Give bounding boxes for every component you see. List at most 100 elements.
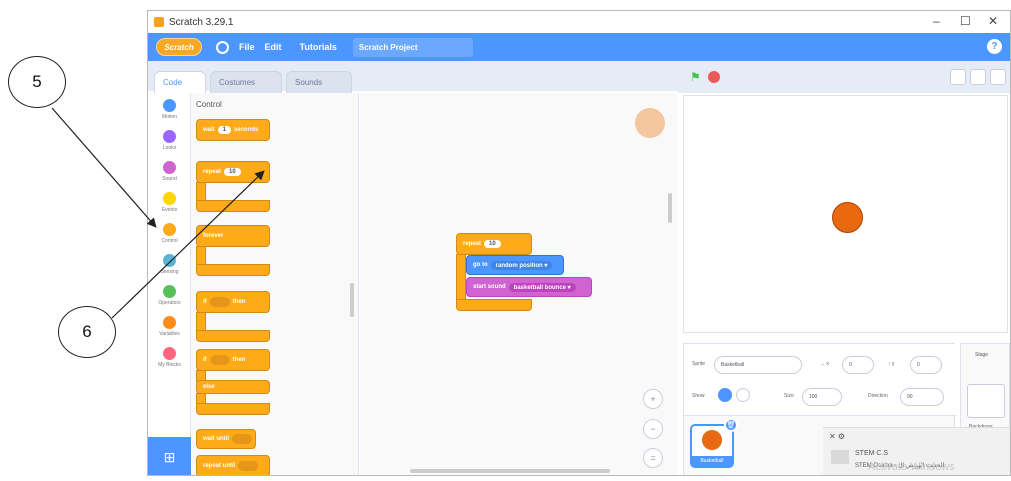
basketball-sprite[interactable]: [832, 202, 863, 233]
block-else-foot: [196, 403, 270, 415]
large-stage-button[interactable]: [970, 69, 986, 85]
script-goto-dropdown[interactable]: random position ▾: [490, 260, 553, 270]
block-if-then-else[interactable]: if then: [196, 349, 270, 371]
zoom-out-button[interactable]: −: [643, 419, 663, 439]
globe-icon[interactable]: [216, 40, 229, 54]
script-repeat-foot: [456, 299, 532, 311]
delete-sprite-icon[interactable]: 🗑: [724, 418, 738, 432]
menu-file[interactable]: File: [239, 42, 255, 52]
project-title-input[interactable]: Scratch Project: [352, 37, 473, 57]
block-palette: Control wait 1 seconds repeat 10 forever…: [191, 93, 359, 475]
category-control[interactable]: Control: [148, 223, 191, 244]
window-title: Scratch 3.29.1: [169, 16, 234, 28]
block-repeat-input[interactable]: 10: [224, 168, 241, 176]
stage-thumbnail[interactable]: [967, 384, 1005, 418]
events-dot-icon: [163, 192, 176, 205]
block-if-then[interactable]: if then: [196, 291, 270, 313]
add-extension-button[interactable]: ⊞: [148, 437, 191, 475]
palette-title: Control: [196, 100, 222, 109]
y-label: ↕ y: [888, 361, 895, 367]
show-label: Show: [692, 393, 705, 399]
editor-tabs: Code Costumes Sounds: [148, 61, 678, 93]
show-visible-eye-icon[interactable]: [718, 388, 732, 402]
block-wait-label: wait: [203, 127, 215, 133]
block-else-label: else: [203, 384, 215, 390]
block-forever-foot: [196, 264, 270, 276]
menu-edit[interactable]: Edit: [265, 42, 282, 52]
block-wait[interactable]: wait 1 seconds: [196, 119, 270, 141]
green-flag-icon[interactable]: ⚑: [690, 71, 702, 83]
direction-input[interactable]: 90: [900, 388, 944, 406]
category-looks-label: Looks: [162, 145, 177, 151]
block-wait-input[interactable]: 1: [217, 126, 232, 134]
x-input[interactable]: 0: [842, 356, 874, 374]
block-if-condition-slot[interactable]: [209, 297, 230, 307]
script-repeat-arm: [456, 254, 466, 302]
direction-label: Direction: [868, 393, 888, 399]
category-sound[interactable]: Sound: [148, 161, 191, 182]
category-sound-label: Sound: [162, 176, 177, 182]
notification-line-1: STEM C.S: [855, 450, 889, 457]
tab-costumes[interactable]: Costumes: [210, 71, 282, 93]
category-my-blocks[interactable]: My Blocks: [148, 347, 191, 368]
small-stage-button[interactable]: [950, 69, 966, 85]
block-if2-label: if: [203, 357, 207, 363]
show-hidden-eye-icon[interactable]: [736, 388, 750, 402]
tab-code[interactable]: Code: [154, 71, 206, 93]
script-sound-dropdown[interactable]: basketball bounce ▾: [508, 282, 576, 292]
category-motion[interactable]: Motion: [148, 99, 191, 120]
script-repeat-input[interactable]: 10: [484, 240, 501, 248]
category-events[interactable]: Events: [148, 192, 191, 213]
script-vertical-scrollbar[interactable]: [668, 193, 672, 223]
category-sensing[interactable]: Sensing: [148, 254, 191, 275]
script-goto-block[interactable]: go to random position ▾: [466, 255, 564, 275]
block-repeat-until[interactable]: repeat until: [196, 455, 270, 475]
minimize-button[interactable]: –: [933, 14, 940, 28]
script-start-sound-block[interactable]: start sound basketball bounce ▾: [466, 277, 592, 297]
sprite-name-input[interactable]: Basketball: [714, 356, 802, 374]
zoom-reset-button[interactable]: =: [643, 448, 663, 468]
script-repeat-block[interactable]: repeat 10: [456, 233, 532, 255]
stage-canvas[interactable]: [683, 95, 1008, 333]
block-wait-until-label: wait until: [203, 436, 229, 442]
zoom-in-button[interactable]: +: [643, 389, 663, 409]
arrow-5: [51, 107, 157, 228]
sprite-label: Sprite: [692, 361, 706, 367]
close-button[interactable]: ✕: [988, 14, 998, 28]
block-repeat-until-slot[interactable]: [238, 461, 259, 471]
tab-sounds[interactable]: Sounds: [286, 71, 352, 93]
fullscreen-button[interactable]: [990, 69, 1006, 85]
y-input[interactable]: 0: [910, 356, 942, 374]
category-operators[interactable]: Operators: [148, 285, 191, 306]
menu-tutorials[interactable]: Tutorials: [300, 42, 337, 52]
size-label: Size: [784, 393, 794, 399]
stage-header: ⚑: [678, 61, 1010, 93]
block-repeat-label: repeat: [203, 169, 222, 175]
block-wait-unit: seconds: [234, 127, 259, 133]
block-repeat[interactable]: repeat 10: [196, 161, 270, 183]
block-forever[interactable]: forever: [196, 225, 270, 247]
callout-6: 6: [58, 306, 116, 358]
category-variables[interactable]: Variables: [148, 316, 191, 337]
scratch-logo[interactable]: Scratch: [156, 38, 202, 56]
sound-dot-icon: [163, 161, 176, 174]
category-looks[interactable]: Looks: [148, 130, 191, 151]
maximize-button[interactable]: ☐: [960, 14, 971, 28]
script-area[interactable]: repeat 10 go to random position ▾ start …: [360, 93, 678, 475]
size-input[interactable]: 100: [802, 388, 842, 406]
stop-icon[interactable]: [708, 71, 720, 83]
block-wait-until[interactable]: wait until: [196, 429, 256, 449]
sprite-tile-label: Basketball: [692, 456, 732, 466]
block-then-label: then: [232, 299, 246, 305]
block-wait-until-slot[interactable]: [232, 434, 252, 444]
notification-close-icon[interactable]: ✕ ⚙: [829, 432, 845, 441]
help-icon[interactable]: ?: [987, 39, 1002, 54]
palette-scrollbar[interactable]: [350, 283, 354, 317]
notification-app-icon: [831, 450, 849, 464]
script-horizontal-scrollbar[interactable]: [410, 469, 610, 473]
block-if2-condition-slot[interactable]: [209, 355, 230, 365]
category-events-label: Events: [161, 207, 178, 213]
category-motion-label: Motion: [161, 114, 177, 120]
block-then2-label: then: [232, 357, 246, 363]
block-else: else: [196, 380, 270, 394]
